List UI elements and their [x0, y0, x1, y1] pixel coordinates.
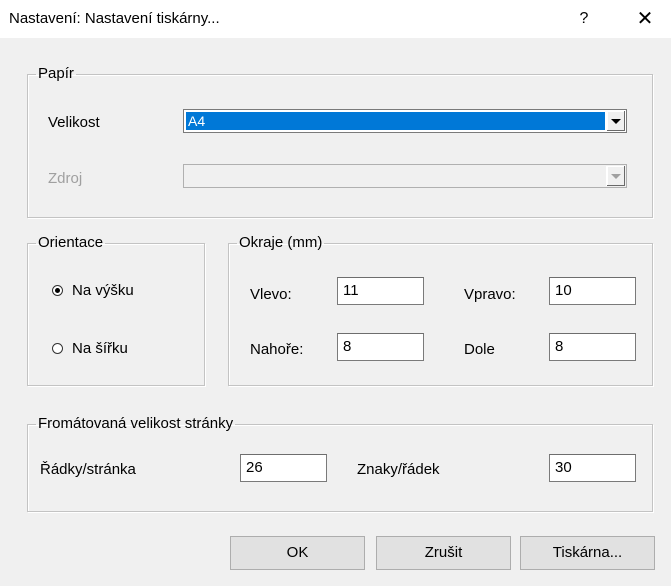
- landscape-radio[interactable]: [52, 343, 63, 354]
- ok-button[interactable]: OK: [230, 536, 365, 570]
- paper-group: Papír: [27, 66, 653, 218]
- chars-per-line-input[interactable]: 30: [549, 454, 636, 482]
- close-icon[interactable]: ✕: [625, 3, 665, 35]
- printer-button[interactable]: Tiskárna...: [520, 536, 655, 570]
- paper-size-value: A4: [186, 112, 605, 130]
- orientation-group: Orientace: [27, 235, 205, 386]
- rows-per-page-label: Řádky/stránka: [40, 461, 136, 478]
- margin-right-input[interactable]: 10: [549, 277, 636, 305]
- margin-top-label: Nahoře:: [250, 341, 304, 358]
- margin-bottom-input[interactable]: 8: [549, 333, 636, 361]
- cancel-button[interactable]: Zrušit: [376, 536, 511, 570]
- orientation-group-legend: Orientace: [38, 234, 104, 251]
- source-label: Zdroj: [48, 170, 83, 187]
- margin-left-input[interactable]: 11: [337, 277, 424, 305]
- margin-right-label: Vpravo:: [464, 286, 516, 303]
- paper-size-select[interactable]: A4: [183, 109, 627, 133]
- help-icon[interactable]: ?: [568, 3, 600, 35]
- margin-left-label: Vlevo:: [250, 286, 292, 303]
- chevron-down-icon: [606, 166, 625, 186]
- size-label: Velikost: [48, 114, 100, 131]
- rows-per-page-input[interactable]: 26: [240, 454, 327, 482]
- window-title: Nastavení: Nastavení tiskárny...: [9, 10, 220, 27]
- margin-bottom-label: Dole: [464, 341, 495, 358]
- formatted-size-group-legend: Fromátovaná velikost stránky: [38, 415, 234, 432]
- landscape-label[interactable]: Na šířku: [72, 340, 128, 357]
- portrait-label[interactable]: Na výšku: [72, 282, 134, 299]
- chevron-down-icon[interactable]: [606, 111, 625, 131]
- margins-group: Okraje (mm): [228, 235, 653, 386]
- paper-source-select: [183, 164, 627, 188]
- paper-group-legend: Papír: [38, 65, 74, 82]
- portrait-radio[interactable]: [52, 285, 63, 296]
- title-bar: Nastavení: Nastavení tiskárny... ? ✕: [0, 0, 671, 38]
- chars-per-line-label: Znaky/řádek: [357, 461, 440, 478]
- margin-top-input[interactable]: 8: [337, 333, 424, 361]
- margins-group-legend: Okraje (mm): [239, 234, 323, 251]
